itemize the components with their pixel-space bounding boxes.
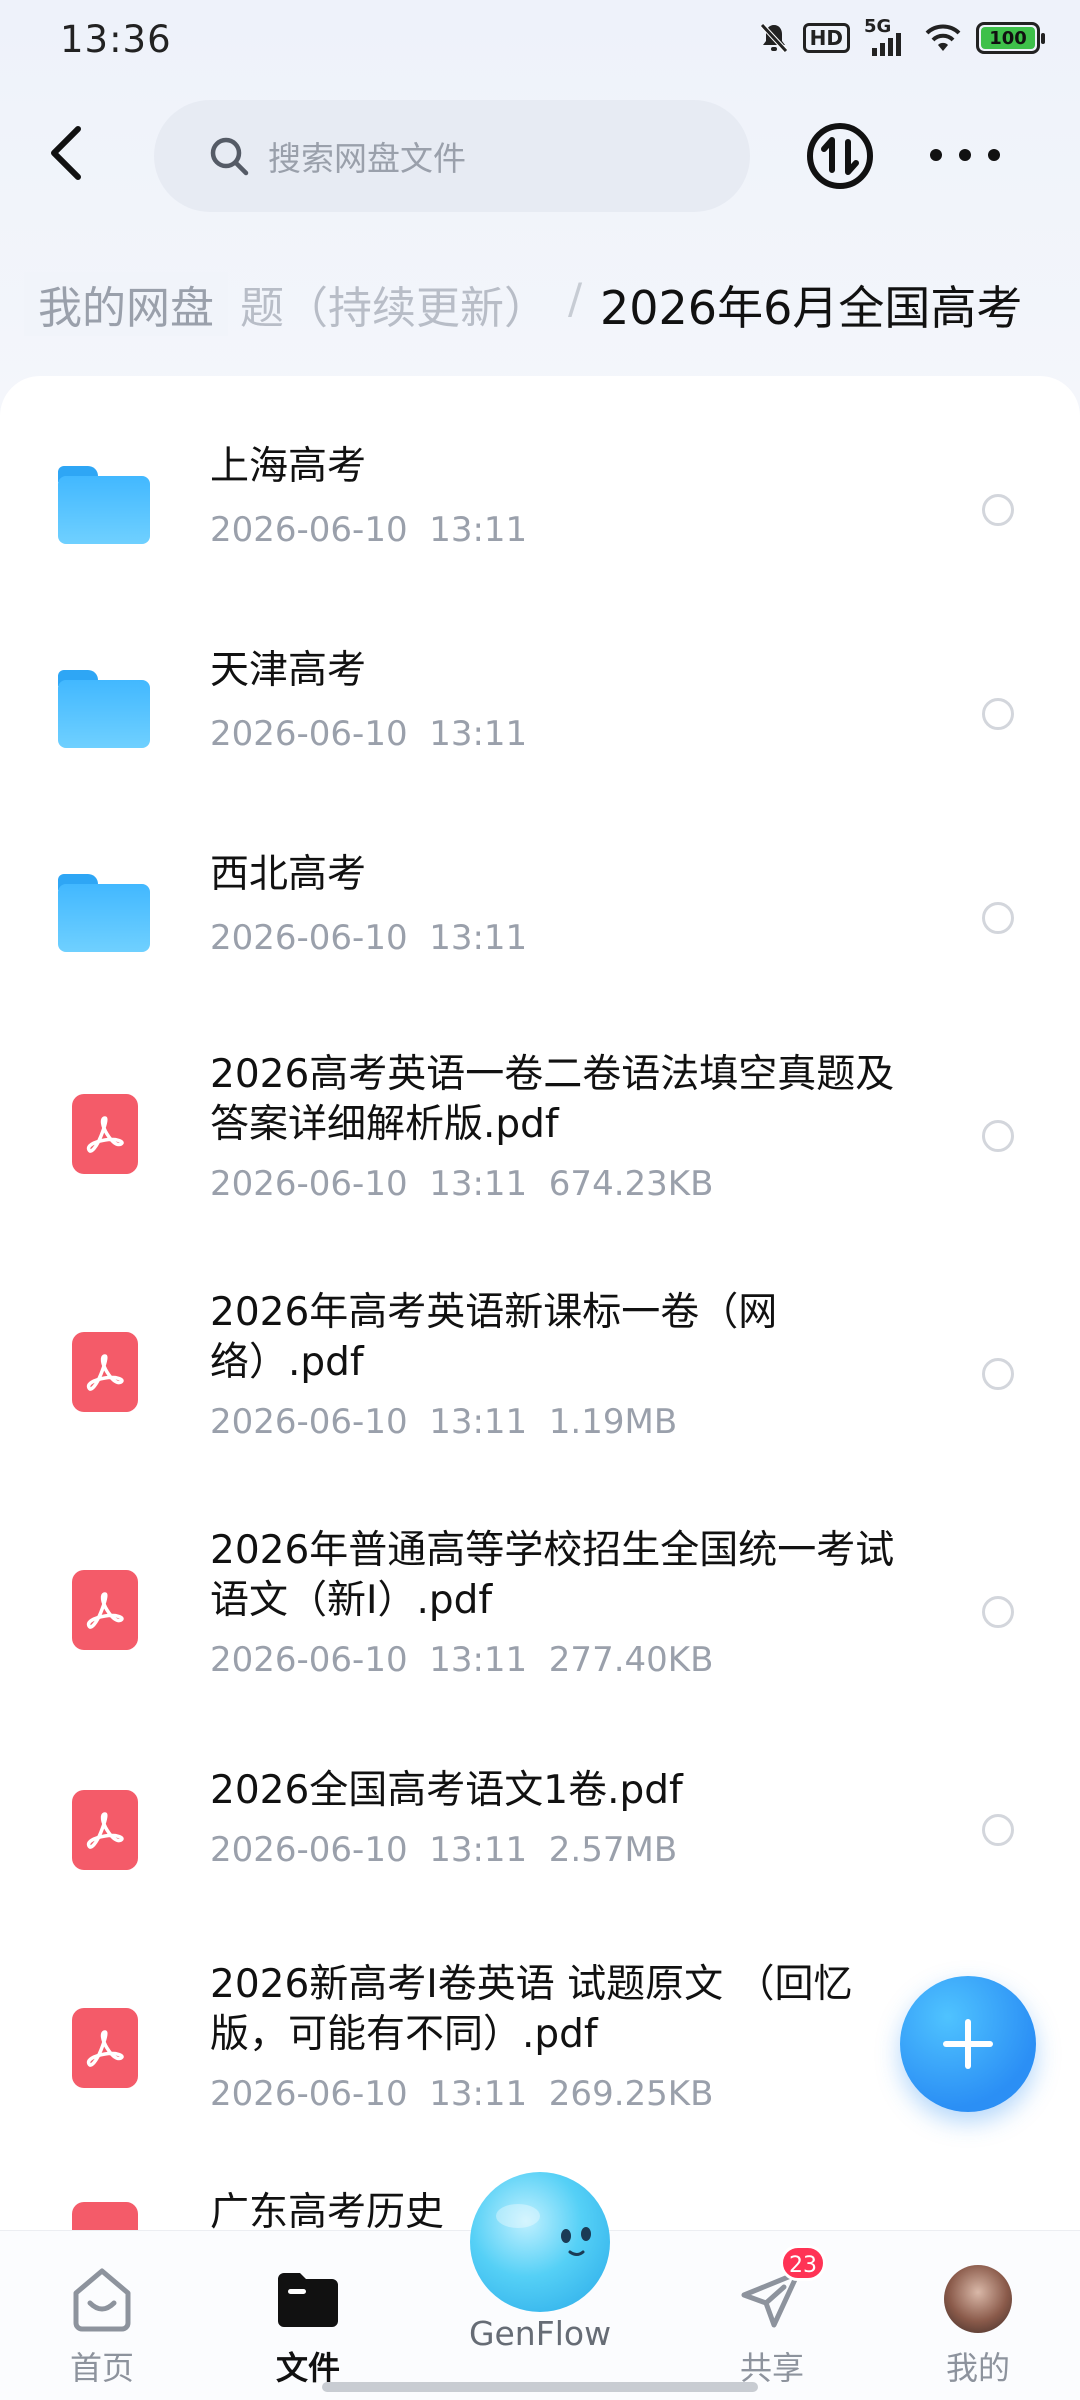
breadcrumb-current: 2026年6月全国高考 (600, 281, 1023, 335)
transfer-button[interactable] (804, 120, 876, 192)
chevron-left-icon (51, 126, 81, 180)
list-item[interactable]: 2026年高考英语新课标一卷（网络）.pdf 2026-06-10 13:11 … (0, 1262, 1080, 1492)
tab-share[interactable]: 23 共享 (702, 2245, 842, 2389)
folder-tab-icon (272, 2263, 344, 2335)
add-button[interactable] (900, 1976, 1036, 2112)
tab-mine-label: 我的 (945, 2349, 1010, 2387)
breadcrumb-middle[interactable]: 题（持续更新） (240, 272, 548, 336)
avatar-image (944, 2265, 1012, 2333)
file-meta: 2026-06-10 13:11 674.23KB (210, 1164, 714, 1204)
status-icons: HD 5G 100 (759, 16, 1045, 56)
file-name: 2026年高考英语新课标一卷（网络）.pdf (210, 1290, 778, 1385)
tab-genflow[interactable]: GenFlow (462, 2172, 618, 2372)
status-bar: 13:36 HD 5G 100 (0, 0, 1080, 82)
folder-icon (58, 466, 150, 544)
tab-mine[interactable]: 我的 (908, 2263, 1048, 2389)
select-checkbox[interactable] (982, 1596, 1014, 1628)
tab-genflow-label: GenFlow (468, 2314, 612, 2353)
select-checkbox[interactable] (982, 1814, 1014, 1846)
search-placeholder: 搜索网盘文件 (268, 139, 466, 178)
mute-icon (759, 22, 789, 54)
breadcrumb-root[interactable]: 我的网盘 (24, 272, 228, 336)
more-dot-icon (959, 149, 971, 161)
search-input[interactable]: 搜索网盘文件 (154, 100, 750, 212)
pdf-icon (72, 1094, 138, 1174)
file-meta: 2026-06-10 13:11 (210, 918, 528, 958)
share-icon: 23 (736, 2245, 826, 2335)
pdf-icon (72, 1790, 138, 1870)
plus-icon (943, 2019, 993, 2069)
select-checkbox[interactable] (982, 1120, 1014, 1152)
avatar (942, 2263, 1014, 2335)
home-indicator (322, 2382, 758, 2392)
folder-icon (58, 670, 150, 748)
list-item[interactable]: 2026全国高考语文1卷.pdf 2026-06-10 13:11 2.57MB (0, 1740, 1080, 1930)
tab-home-label: 首页 (69, 2349, 134, 2387)
transfer-arrows-icon (807, 123, 873, 189)
select-checkbox[interactable] (982, 698, 1014, 730)
file-list: 上海高考 2026-06-10 13:11 天津高考 2026-06-10 13… (0, 376, 1080, 2236)
file-name: 2026年普通高等学校招生全国统一考试语文（新I）.pdf (210, 1528, 895, 1623)
file-meta: 2026-06-10 13:11 (210, 510, 528, 550)
list-item[interactable]: 2026年普通高等学校招生全国统一考试语文（新I）.pdf 2026-06-10… (0, 1500, 1080, 1730)
more-dot-icon (930, 149, 942, 161)
select-checkbox[interactable] (982, 1358, 1014, 1390)
folder-icon (58, 874, 150, 952)
file-meta: 2026-06-10 13:11 269.25KB (210, 2074, 714, 2114)
home-icon (66, 2263, 138, 2335)
breadcrumb-separator: / (568, 274, 583, 323)
file-name: 上海高考 (210, 444, 367, 489)
more-button[interactable] (930, 130, 1000, 180)
tab-home[interactable]: 首页 (32, 2263, 172, 2389)
share-badge: 23 (780, 2245, 826, 2281)
select-checkbox[interactable] (982, 494, 1014, 526)
file-name: 2026新高考Ⅰ卷英语 试题原文 （回忆版，可能有不同）.pdf (210, 1962, 853, 2057)
battery-level: 100 (981, 27, 1035, 49)
pdf-icon (72, 1332, 138, 1412)
file-meta: 2026-06-10 13:11 1.19MB (210, 1402, 678, 1442)
more-dot-icon (988, 149, 1000, 161)
genflow-orb-icon (470, 2172, 610, 2312)
back-button[interactable] (36, 118, 96, 188)
battery-icon: 100 (976, 22, 1045, 54)
wifi-icon (924, 23, 962, 53)
file-name: 2026全国高考语文1卷.pdf (210, 1768, 683, 1813)
pdf-icon (72, 1570, 138, 1650)
file-meta: 2026-06-10 13:11 2.57MB (210, 1830, 678, 1870)
file-meta: 2026-06-10 13:11 277.40KB (210, 1640, 714, 1680)
tab-files[interactable]: 文件 (238, 2263, 378, 2389)
hd-badge: HD (802, 23, 850, 53)
list-item[interactable]: 上海高考 2026-06-10 13:11 (0, 416, 1080, 606)
list-item[interactable]: 西北高考 2026-06-10 13:11 (0, 824, 1080, 1014)
list-item[interactable]: 2026高考英语一卷二卷语法填空真题及答案详细解析版.pdf 2026-06-1… (0, 1024, 1080, 1254)
signal-icon: 5G (864, 16, 910, 56)
file-name: 天津高考 (210, 648, 367, 693)
search-icon (210, 137, 249, 176)
file-meta: 2026-06-10 13:11 (210, 714, 528, 754)
pdf-icon (72, 2008, 138, 2088)
list-item[interactable]: 天津高考 2026-06-10 13:11 (0, 620, 1080, 810)
file-name: 2026高考英语一卷二卷语法填空真题及答案详细解析版.pdf (210, 1052, 895, 1147)
file-name: 西北高考 (210, 852, 367, 897)
breadcrumb: 题（持续更新） 我的网盘 / 2026年6月全国高考 (0, 262, 1080, 358)
select-checkbox[interactable] (982, 902, 1014, 934)
status-time: 13:36 (60, 18, 172, 61)
